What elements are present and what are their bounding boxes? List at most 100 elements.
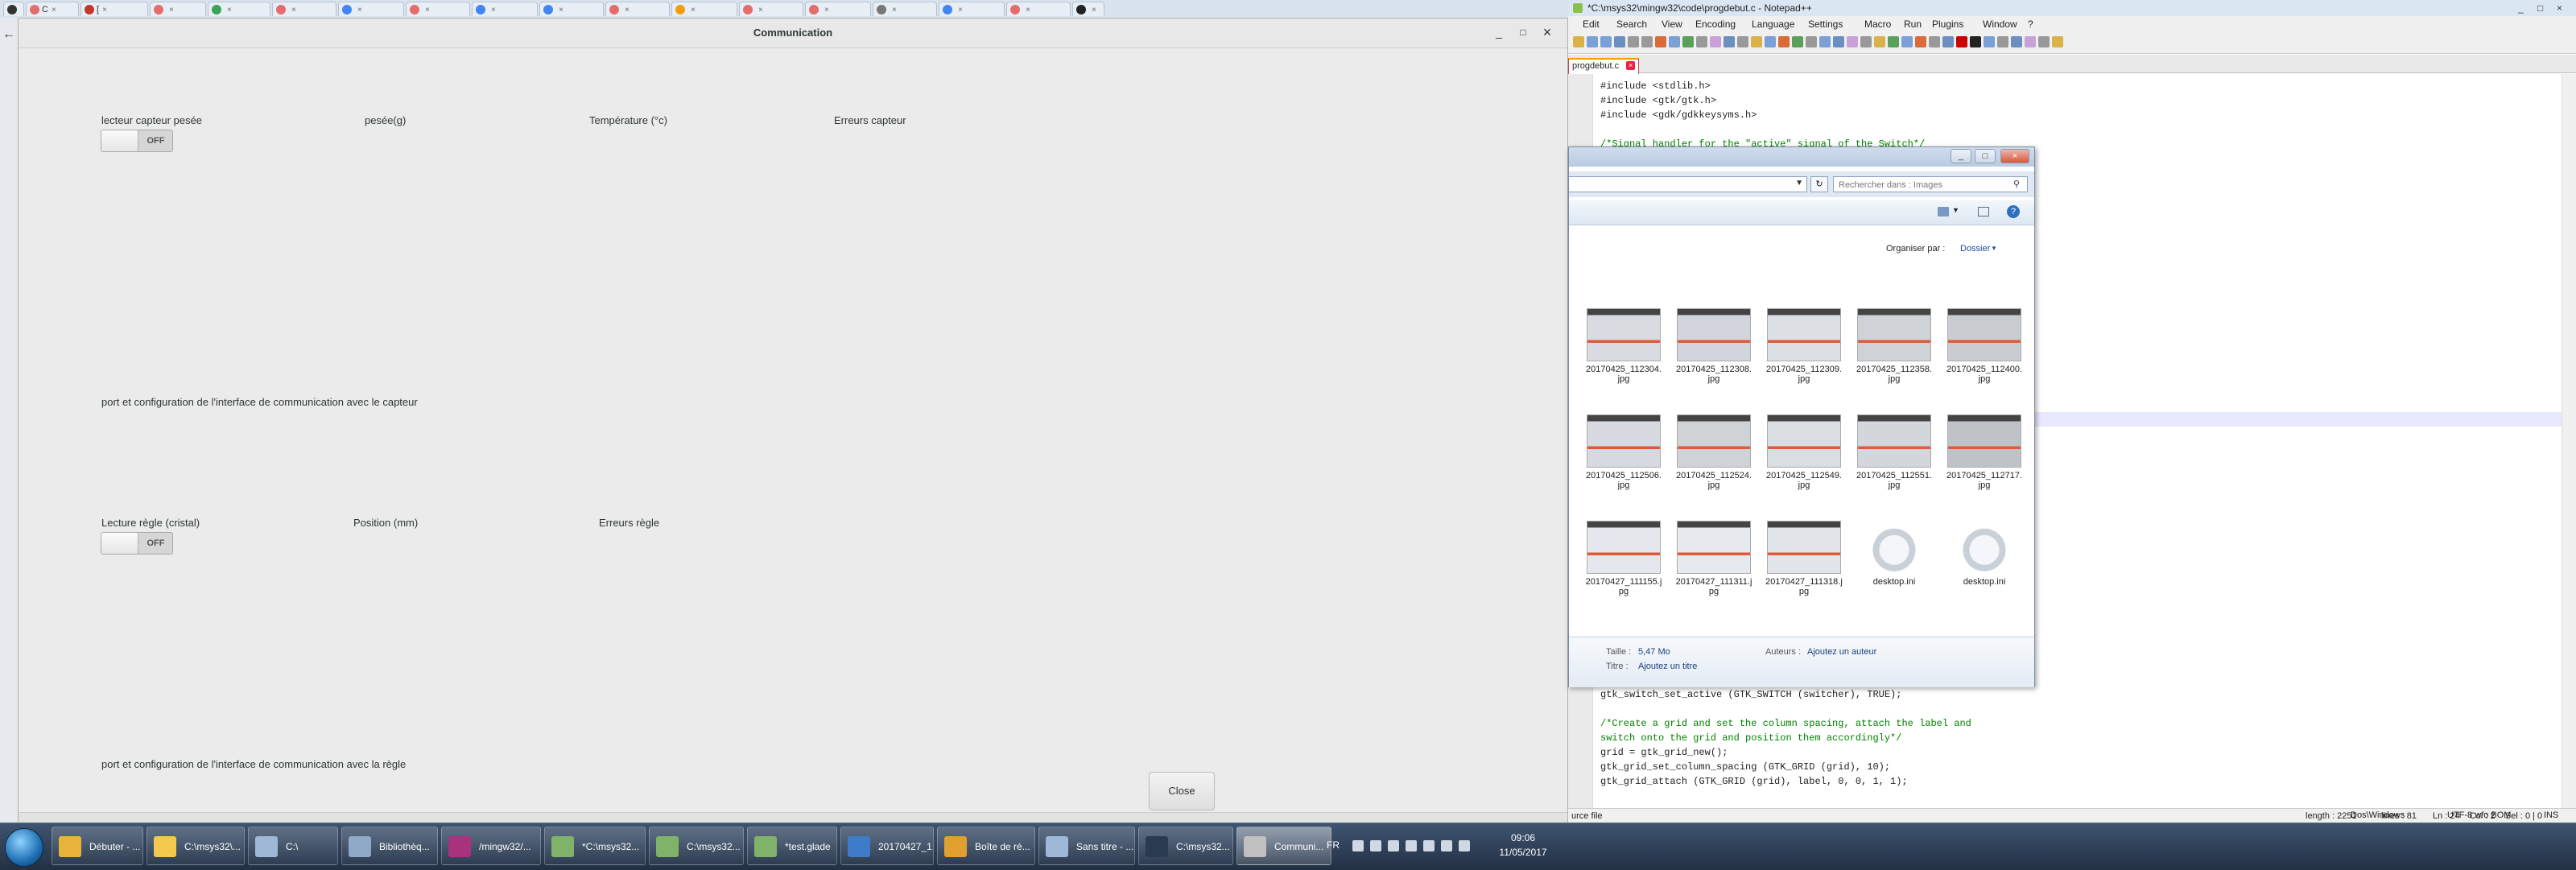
toolbar-button-icon[interactable] [2052, 36, 2063, 47]
file-item[interactable]: desktop.ini [1849, 521, 1939, 587]
file-item[interactable]: 20170427_111318.jpg [1759, 521, 1849, 596]
close-window-button[interactable]: × [1540, 25, 1554, 39]
tray-app-icon[interactable] [1370, 840, 1381, 851]
close-tab-icon[interactable]: × [169, 6, 174, 14]
close-tab-icon[interactable]: × [1026, 6, 1030, 14]
file-item[interactable]: 20170425_112551.jpg [1849, 414, 1939, 490]
taskbar-button[interactable]: C:\msys32... [1138, 827, 1233, 865]
close-tab-icon[interactable]: × [52, 6, 56, 14]
chevron-down-icon[interactable]: ▼ [1952, 206, 1959, 214]
browser-tab[interactable]: × [338, 2, 404, 16]
close-button[interactable]: Close [1149, 772, 1215, 810]
toolbar-button-icon[interactable] [1628, 36, 1639, 47]
regle-switch[interactable]: OFF [101, 532, 173, 555]
taskbar-button[interactable]: 20170427_1... [840, 827, 934, 865]
maximize-icon[interactable]: □ [1975, 149, 1996, 163]
taskbar-button[interactable]: C:\msys32\... [147, 827, 245, 865]
toolbar-button-icon[interactable] [1901, 36, 1913, 47]
toolbar-button-icon[interactable] [1847, 36, 1858, 47]
browser-tab[interactable]: × [739, 2, 803, 16]
toolbar-button-icon[interactable] [1956, 36, 1967, 47]
toolbar-button-icon[interactable] [1573, 36, 1584, 47]
maximize-button[interactable]: □ [1516, 25, 1530, 39]
menu-item[interactable]: Edit [1583, 16, 1600, 32]
taskbar-button[interactable]: Boîte de ré... [937, 827, 1035, 865]
toolbar-button-icon[interactable] [1833, 36, 1844, 47]
close-tab-icon[interactable]: × [824, 6, 829, 14]
file-item[interactable]: 20170425_112358.jpg [1849, 308, 1939, 384]
menu-item[interactable]: ? [2028, 16, 2033, 32]
file-item[interactable]: 20170425_112400.jpg [1939, 308, 2029, 384]
toolbar-button-icon[interactable] [1984, 36, 1995, 47]
taskbar-button[interactable]: /mingw32/... [441, 827, 541, 865]
browser-tab[interactable]: × [805, 2, 871, 16]
chevron-down-icon[interactable]: ▼ [1795, 179, 1803, 188]
taskbar-button[interactable]: *C:\msys32... [544, 827, 646, 865]
toolbar-button-icon[interactable] [1669, 36, 1680, 47]
toolbar-button-icon[interactable] [1614, 36, 1625, 47]
toolbar-button-icon[interactable] [1641, 36, 1653, 47]
toolbar-button-icon[interactable] [2025, 36, 2036, 47]
maximize-icon[interactable]: □ [2537, 0, 2543, 16]
browser-tab[interactable]: × [150, 2, 206, 16]
close-tab-icon[interactable]: × [892, 6, 897, 14]
minimize-icon[interactable]: _ [1951, 149, 1971, 163]
title-value[interactable]: Ajoutez un titre [1638, 662, 1697, 671]
browser-tab[interactable]: C × [26, 2, 79, 16]
address-field[interactable]: ▼ [1569, 176, 1807, 192]
file-item[interactable]: 20170427_111155.jpg [1579, 521, 1669, 596]
back-arrow-icon[interactable]: ← [2, 27, 15, 42]
toolbar-button-icon[interactable] [2038, 36, 2050, 47]
toolbar-button-icon[interactable] [1929, 36, 1940, 47]
arrange-dropdown[interactable]: Dossier [1960, 244, 1990, 254]
file-item[interactable]: 20170425_112524.jpg [1669, 414, 1759, 490]
taskbar-button[interactable]: Bibliothèq... [341, 827, 438, 865]
toolbar-button-icon[interactable] [1737, 36, 1748, 47]
toolbar-button-icon[interactable] [1724, 36, 1735, 47]
file-item[interactable]: 20170425_112308.jpg [1669, 308, 1759, 384]
file-item[interactable]: 20170425_112309.jpg [1759, 308, 1849, 384]
start-button[interactable] [5, 828, 43, 867]
taskbar-button[interactable]: C:\msys32... [649, 827, 744, 865]
capteur-switch[interactable]: OFF [101, 130, 173, 152]
toolbar-button-icon[interactable] [1915, 36, 1926, 47]
toolbar-button-icon[interactable] [1600, 36, 1612, 47]
browser-tab[interactable]: × [539, 2, 604, 16]
file-item[interactable]: 20170425_112717.jpg [1939, 414, 2029, 490]
browser-tab[interactable]: × [1072, 2, 1104, 16]
network-icon[interactable] [1423, 840, 1435, 851]
browser-tab[interactable]: × [406, 2, 470, 16]
toolbar-button-icon[interactable] [1792, 36, 1803, 47]
close-tab-icon[interactable]: × [625, 6, 630, 14]
toolbar-button-icon[interactable] [1970, 36, 1981, 47]
browser-tab[interactable]: × [939, 2, 1005, 16]
toolbar-button-icon[interactable] [1655, 36, 1666, 47]
toolbar-button-icon[interactable] [1806, 36, 1817, 47]
file-item[interactable]: 20170425_112304.jpg [1579, 308, 1669, 384]
npp-file-tab[interactable]: progdebut.c × [1568, 58, 1640, 74]
browser-tab[interactable]: × [208, 2, 270, 16]
close-tab-icon[interactable]: × [1092, 6, 1096, 14]
toolbar-button-icon[interactable] [1696, 36, 1707, 47]
preview-pane-icon[interactable] [1978, 207, 1989, 216]
toolbar-button-icon[interactable] [1942, 36, 1954, 47]
search-input[interactable]: Rechercher dans : Images [1833, 176, 2028, 192]
file-item[interactable]: 20170425_112506.jpg [1579, 414, 1669, 490]
browser-tab[interactable]: × [272, 2, 336, 16]
view-icon[interactable] [1938, 207, 1949, 216]
toolbar-button-icon[interactable] [1587, 36, 1598, 47]
menu-item[interactable]: View [1662, 16, 1682, 32]
close-icon[interactable]: × [2557, 0, 2562, 16]
toolbar-button-icon[interactable] [1860, 36, 1872, 47]
tray-app-icon[interactable] [1406, 840, 1417, 851]
toolbar-button-icon[interactable] [1710, 36, 1721, 47]
toolbar-button-icon[interactable] [1682, 36, 1694, 47]
close-tab-icon[interactable]: × [691, 6, 696, 14]
menu-item[interactable]: Language [1752, 16, 1794, 32]
chevron-down-icon[interactable]: ▼ [1991, 245, 1997, 252]
browser-tab[interactable]: × [671, 2, 737, 16]
menu-item[interactable]: Run [1904, 16, 1922, 32]
menu-item[interactable]: Window [1983, 16, 2017, 32]
toolbar-button-icon[interactable] [1888, 36, 1899, 47]
flag-icon[interactable] [1441, 840, 1452, 851]
